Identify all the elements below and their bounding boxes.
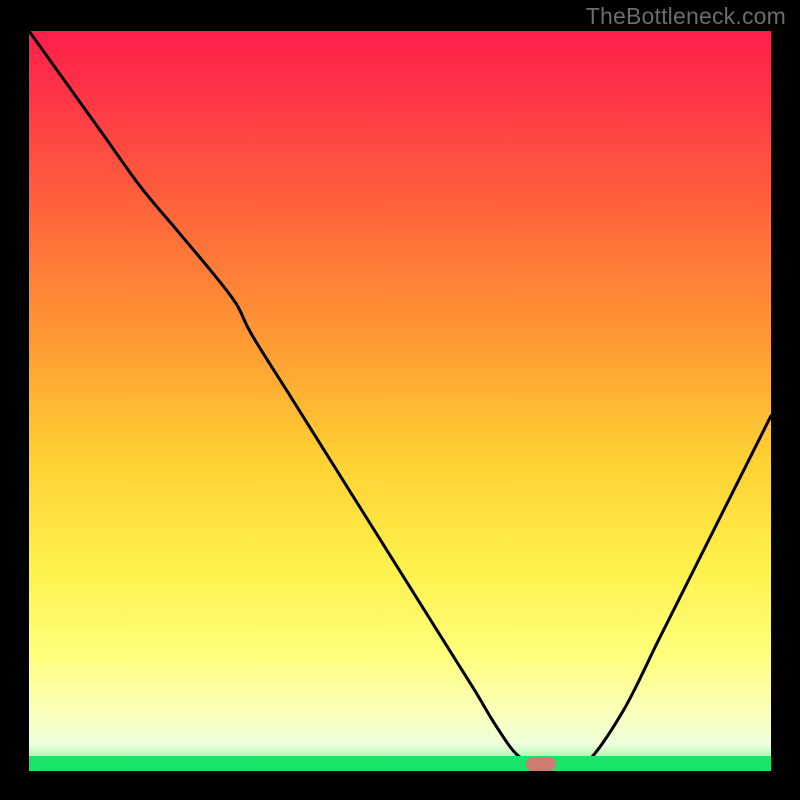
gradient-background [29,31,771,771]
chart-frame: TheBottleneck.com [0,0,800,800]
optimal-marker [526,757,556,771]
plot-svg [29,31,771,771]
green-baseline-strip [29,756,771,771]
plot-area [29,31,771,771]
watermark-text: TheBottleneck.com [586,3,786,30]
